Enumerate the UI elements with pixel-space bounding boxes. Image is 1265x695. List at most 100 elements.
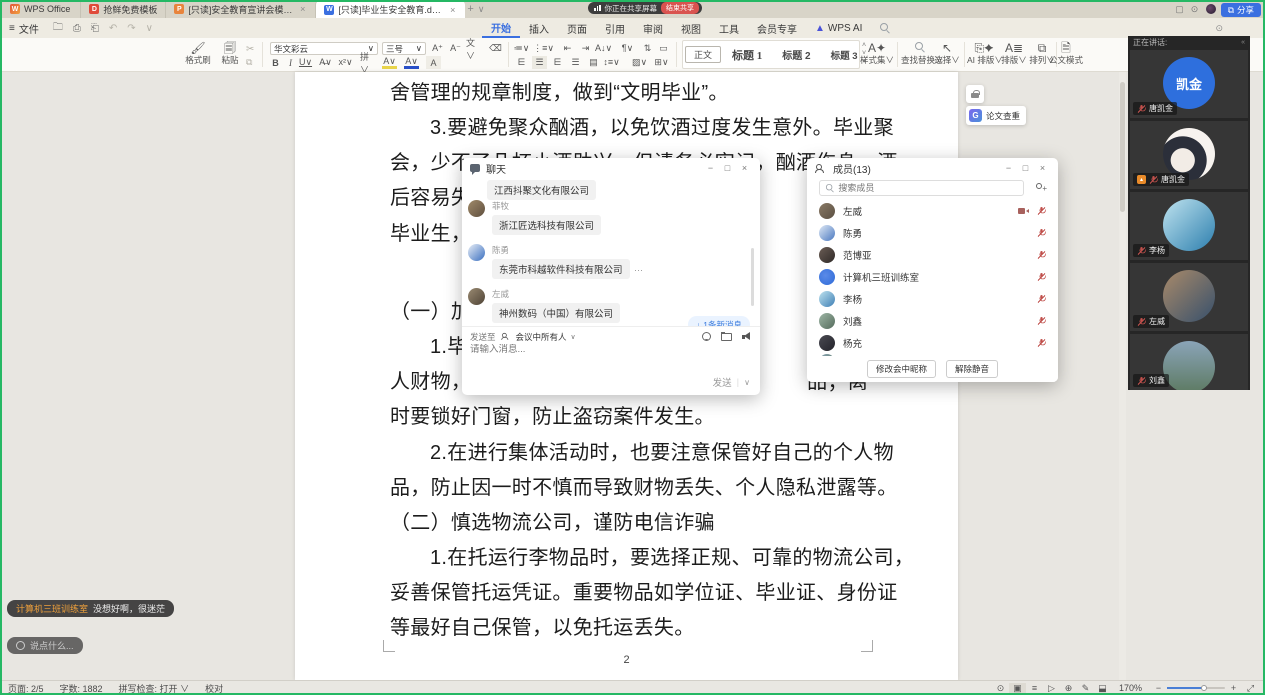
text-effects-icon[interactable]: 文∨ bbox=[466, 42, 481, 55]
align-center-icon[interactable]: ☰ bbox=[532, 56, 547, 69]
rename-button[interactable]: 修改会中昵称 bbox=[867, 360, 936, 378]
layout-button[interactable]: A≣ 排版∨ bbox=[1000, 41, 1028, 65]
video-tile[interactable]: 刘鑫 bbox=[1130, 334, 1248, 390]
wps-home-tab[interactable]: W WPS Office bbox=[0, 0, 80, 18]
doc-lock-button[interactable] bbox=[966, 85, 984, 103]
mic-muted-icon[interactable] bbox=[1038, 251, 1045, 259]
close-icon[interactable]: × bbox=[1035, 163, 1050, 173]
tab-docx-active[interactable]: W [只读]毕业生安全教育.docx × bbox=[315, 1, 465, 18]
copy-icon[interactable]: ⧉ bbox=[246, 57, 252, 68]
outline-view-icon[interactable]: ≡ bbox=[1026, 683, 1043, 693]
mic-muted-icon[interactable] bbox=[1038, 295, 1045, 303]
decrease-font-icon[interactable]: A⁻ bbox=[448, 42, 463, 55]
tab-home[interactable]: 开始 bbox=[482, 18, 520, 38]
line-spacing-icon[interactable]: ↕≡∨ bbox=[604, 56, 619, 69]
border-icon[interactable]: ⊞∨ bbox=[654, 56, 669, 69]
new-message-pill[interactable]: ↓1条新消息 bbox=[688, 316, 750, 326]
doc-scrollbar[interactable] bbox=[1119, 72, 1126, 680]
video-tile[interactable]: 左威 bbox=[1130, 263, 1248, 331]
message-more-icon[interactable]: ⋯ bbox=[634, 265, 643, 275]
tab-insert[interactable]: 插入 bbox=[520, 18, 558, 38]
font-size-select[interactable]: 三号∨ bbox=[382, 42, 426, 55]
new-tab-button[interactable]: + bbox=[465, 3, 475, 15]
increase-font-icon[interactable]: A⁺ bbox=[430, 42, 445, 55]
export-icon[interactable]: ⎗ bbox=[86, 23, 104, 34]
minimize-icon[interactable]: − bbox=[703, 163, 718, 173]
member-search-input[interactable] bbox=[838, 183, 1018, 193]
close-tab-icon[interactable]: × bbox=[448, 5, 457, 15]
member-row[interactable]: 陈勇 bbox=[807, 222, 1058, 244]
italic-icon[interactable]: I bbox=[283, 56, 298, 69]
chat-scrollbar[interactable] bbox=[751, 248, 754, 306]
bold-icon[interactable]: B bbox=[268, 56, 283, 69]
save-icon[interactable]: 🗀 bbox=[48, 20, 68, 37]
emoji-icon[interactable] bbox=[702, 332, 711, 341]
play-view-icon[interactable]: ▷ bbox=[1043, 683, 1060, 694]
style-normal[interactable]: 正文 bbox=[685, 46, 721, 63]
page-setup-icon[interactable]: ▭ bbox=[656, 42, 671, 55]
redo-icon[interactable]: ↷ bbox=[122, 23, 140, 34]
cut-icon[interactable]: ✂ bbox=[246, 44, 254, 55]
chat-message-list[interactable]: 江西抖聚文化有限公司 菲牧 浙江匠选科技有限公司 陈勇 东莞市科越软件科技有限公… bbox=[462, 178, 760, 326]
justify-icon[interactable]: ☰ bbox=[568, 56, 583, 69]
mic-muted-icon[interactable] bbox=[1038, 339, 1045, 347]
para-mark-icon[interactable]: ¶∨ bbox=[620, 42, 635, 55]
fullscreen-icon[interactable]: ⤢ bbox=[1242, 683, 1259, 694]
select-button[interactable]: ↖ 选择∨ bbox=[932, 41, 962, 65]
align-right-icon[interactable]: ⋿ bbox=[550, 56, 565, 69]
file-icon[interactable] bbox=[721, 333, 732, 341]
highlight-color-icon[interactable]: A∨ bbox=[382, 56, 397, 69]
member-row[interactable]: 刘鑫 bbox=[807, 310, 1058, 332]
sort-icon[interactable]: ⇅ bbox=[640, 42, 655, 55]
align-left-icon[interactable]: ⋿ bbox=[514, 56, 529, 69]
underline-icon[interactable]: U∨ bbox=[298, 56, 313, 69]
zoom-slider[interactable] bbox=[1167, 687, 1225, 689]
send-options-caret-icon[interactable]: ∨ bbox=[744, 378, 750, 387]
paper-check-button[interactable]: G 论文查重 bbox=[966, 106, 1026, 125]
member-row[interactable]: 计算机三班训练室 bbox=[807, 266, 1058, 288]
undo-icon[interactable]: ↶ bbox=[104, 23, 122, 34]
outdent-icon[interactable]: ⇤ bbox=[560, 42, 575, 55]
chat-titlebar[interactable]: 聊天 − □ × bbox=[462, 158, 760, 178]
account-avatar[interactable] bbox=[1206, 4, 1216, 14]
maximize-icon[interactable]: □ bbox=[1018, 163, 1033, 173]
fit-page-icon[interactable]: ⬓ bbox=[1094, 683, 1111, 694]
format-painter-button[interactable]: 🖌 格式刷 bbox=[183, 41, 213, 65]
maximize-icon[interactable]: □ bbox=[720, 163, 735, 173]
tab-docer-template[interactable]: D 抢鲜免费模板 bbox=[80, 0, 165, 18]
tab-list-caret-icon[interactable]: ∨ bbox=[476, 4, 487, 15]
unmute-button[interactable]: 解除静音 bbox=[946, 360, 998, 378]
style-heading1[interactable]: 标题 1 bbox=[723, 45, 771, 65]
member-search-box[interactable] bbox=[819, 180, 1024, 196]
char-shading-icon[interactable]: A bbox=[426, 56, 441, 69]
distribute-icon[interactable]: ▤ bbox=[586, 56, 601, 69]
indent-icon[interactable]: ⇥ bbox=[578, 42, 593, 55]
history-caret-icon[interactable]: ∨ bbox=[141, 23, 158, 34]
sidebar-collapse-icon[interactable]: « bbox=[1241, 39, 1245, 46]
member-row[interactable]: 范博亚 bbox=[807, 244, 1058, 266]
minimize-icon[interactable]: − bbox=[1001, 163, 1016, 173]
collapse-ribbon-icon[interactable]: ⊙ bbox=[1215, 23, 1223, 34]
mic-muted-icon[interactable] bbox=[1038, 207, 1045, 215]
tab-view[interactable]: 视图 bbox=[672, 18, 710, 38]
bullet-list-icon[interactable]: ≔∨ bbox=[514, 42, 529, 55]
layout-switch-icon[interactable]: ▢ bbox=[1172, 4, 1187, 15]
chat-input[interactable] bbox=[470, 344, 710, 355]
tab-reference[interactable]: 引用 bbox=[596, 18, 634, 38]
print-icon[interactable]: ⎙ bbox=[68, 23, 86, 34]
close-tab-icon[interactable]: × bbox=[298, 4, 307, 14]
strikethrough-icon[interactable]: A̶∨ bbox=[318, 56, 333, 69]
paste-button[interactable]: 🗐 粘贴 bbox=[215, 41, 245, 65]
announce-icon[interactable] bbox=[742, 332, 752, 341]
scrollbar-thumb[interactable] bbox=[1120, 82, 1125, 212]
text-direction-icon[interactable]: A↓∨ bbox=[596, 42, 611, 55]
zoom-out-icon[interactable]: − bbox=[1150, 683, 1167, 693]
ai-layout-button[interactable]: ⎘✦ AI 排版∨ bbox=[967, 41, 1001, 65]
zoom-slider-knob[interactable] bbox=[1201, 685, 1207, 691]
tab-review[interactable]: 审阅 bbox=[634, 18, 672, 38]
tab-pptx[interactable]: P [只读]安全教育宣讲会模板.pptx × bbox=[165, 0, 315, 18]
member-row[interactable]: 李杨 bbox=[807, 288, 1058, 310]
video-tile[interactable]: ▴唐凯金 bbox=[1130, 121, 1248, 189]
clear-format-icon[interactable]: ⌫ bbox=[488, 42, 503, 55]
page-view-icon[interactable]: ▣ bbox=[1009, 683, 1026, 694]
